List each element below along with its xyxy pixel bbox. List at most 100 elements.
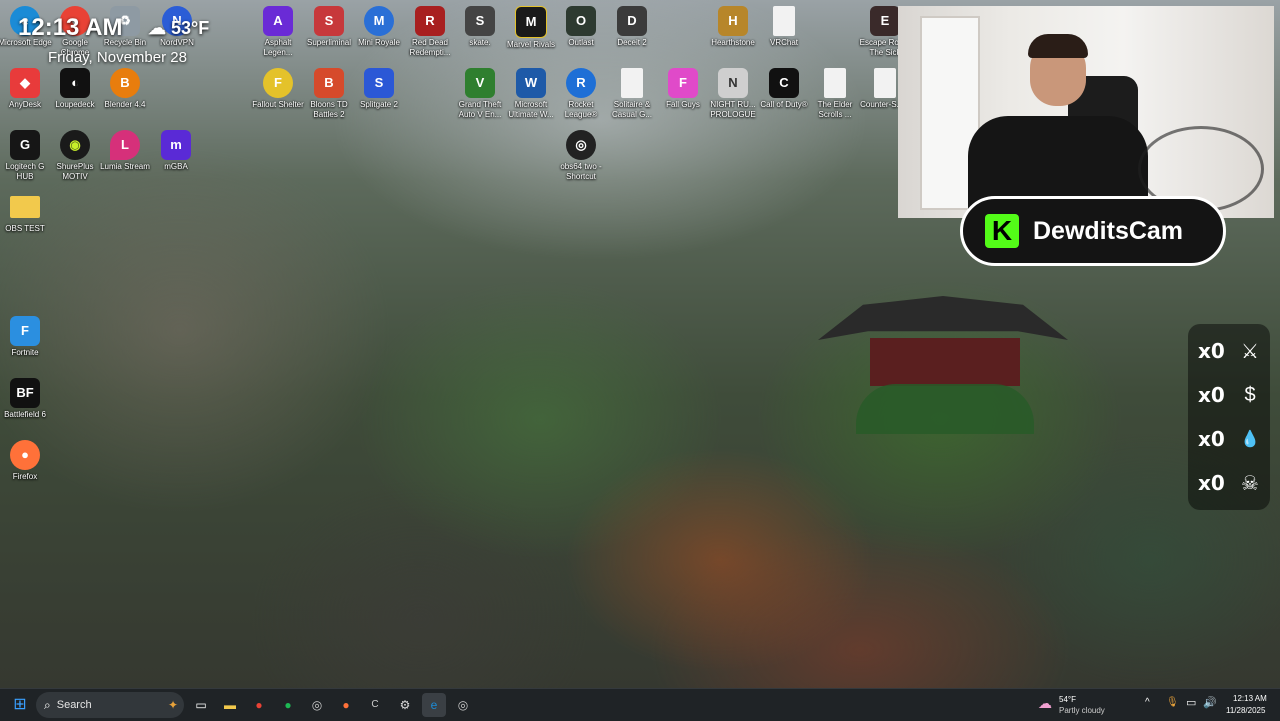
- desktop-icon-deceit[interactable]: D Deceit 2: [605, 6, 659, 48]
- taskbar-spotify[interactable]: ●: [276, 693, 300, 717]
- desktop-icon-night-runners[interactable]: N NIGHT RU... PROLOGUE: [706, 68, 760, 120]
- desktop-icon-solitaire[interactable]: Solitaire & Casual G...: [605, 68, 659, 120]
- desktop-icon-shureplus[interactable]: ◉ ShurePlus MOTIV: [48, 130, 102, 182]
- desktop-icon-obs-test[interactable]: OBS TEST: [0, 192, 52, 234]
- pagoda-base: [856, 384, 1034, 434]
- taskbar-firefox[interactable]: ●: [334, 693, 358, 717]
- desktop-icon-microsoft-ultimate[interactable]: W Microsoft Ultimate W...: [504, 68, 558, 120]
- taskbar: ⊞ ⌕ Search ✦ ▭ ▬ ● ● ◎ ● C ⚙ e ◎ ☁ 54°F …: [0, 688, 1280, 721]
- desktop-icon-blender[interactable]: B Blender 4.4: [98, 68, 152, 110]
- gear-icon: ⚙: [399, 698, 411, 712]
- counter-value: x0: [1198, 427, 1225, 451]
- taskbar-call-of-duty[interactable]: C: [363, 693, 387, 717]
- folder-icon: ▬: [224, 698, 236, 712]
- taskbar-chrome[interactable]: ●: [247, 693, 271, 717]
- deceit-icon: D: [617, 6, 647, 36]
- edge-icon: e: [430, 698, 438, 712]
- desktop-icon-battlefield[interactable]: BF Battlefield 6: [0, 378, 52, 420]
- taskbar-date[interactable]: 11/28/2025: [1226, 706, 1265, 715]
- desktop-icon-superliminal[interactable]: S Superliminal: [302, 6, 356, 48]
- call-of-duty-icon: C: [769, 68, 799, 98]
- start-button[interactable]: ⊞: [8, 693, 32, 717]
- asphalt-icon: A: [263, 6, 293, 36]
- desktop-icon-logitech-g-hub[interactable]: G Logitech G HUB: [0, 130, 52, 182]
- icon-label: Fortnite: [11, 348, 39, 357]
- desktop-icon-obs64[interactable]: ◎ obs64 two - Shortcut: [554, 130, 608, 182]
- taskbar-obs[interactable]: ◎: [305, 693, 329, 717]
- desktop-icon-outlast[interactable]: O Outlast: [554, 6, 608, 48]
- fortnite-icon: F: [10, 316, 40, 346]
- search-highlight-icon: ✦: [167, 698, 178, 712]
- gta-icon: V: [465, 68, 495, 98]
- icon-label: mGBA: [164, 162, 188, 171]
- call-of-duty-icon: C: [371, 699, 379, 710]
- desktop-icon-hearthstone[interactable]: H Hearthstone: [706, 6, 760, 48]
- obs-icon: ◎: [457, 698, 469, 712]
- taskbar-settings[interactable]: ⚙: [393, 693, 417, 717]
- counter-value: x0: [1198, 383, 1225, 407]
- icon-label: Marvel Rivals: [506, 40, 555, 49]
- desktop-icon-asphalt[interactable]: A Asphalt Legen...: [251, 6, 305, 58]
- icon-label: ShurePlus MOTIV: [56, 162, 94, 181]
- gun-icon: ⚔: [1241, 340, 1259, 363]
- skate-icon: S: [465, 6, 495, 36]
- desktop-icon-fortnite[interactable]: F Fortnite: [0, 316, 52, 358]
- taskbar-task-view[interactable]: ▭: [189, 693, 213, 717]
- desktop-icon-splitgate[interactable]: S Splitgate 2: [352, 68, 406, 110]
- desktop-icon-bloons[interactable]: B Bloons TD Battles 2: [302, 68, 356, 120]
- microphone-icon[interactable]: 🎙: [1166, 697, 1179, 708]
- taskbar-time[interactable]: 12:13 AM: [1233, 694, 1267, 703]
- webcam-person-hair: [1028, 34, 1088, 58]
- desktop-icon-red-dead[interactable]: R Red Dead Redempti...: [403, 6, 457, 58]
- desktop-icon-fall-guys[interactable]: F Fall Guys: [656, 68, 710, 110]
- taskbar-obs-recording[interactable]: ◎: [451, 693, 475, 717]
- obs-icon: ◎: [566, 130, 596, 160]
- desktop-icon-anydesk[interactable]: ◆ AnyDesk: [0, 68, 52, 110]
- desktop-icon-firefox[interactable]: ● Firefox: [0, 440, 52, 482]
- desktop-icon-fallout-shelter[interactable]: F Fallout Shelter: [251, 68, 305, 110]
- icon-label: Logitech G HUB: [5, 162, 45, 181]
- desktop-icon-vrchat[interactable]: VRChat: [757, 6, 811, 48]
- desktop-icon-skate[interactable]: S skate.: [453, 6, 507, 48]
- desktop-icon-mgba[interactable]: m mGBA: [149, 130, 203, 172]
- network-icon[interactable]: ▭: [1186, 696, 1196, 709]
- desktop-icon-elder-scrolls[interactable]: The Elder Scrolls ...: [808, 68, 862, 120]
- counter-value: x0: [1198, 339, 1225, 363]
- file-icon: [773, 6, 795, 36]
- icon-label: Red Dead Redempti...: [409, 38, 451, 57]
- taskbar-edge[interactable]: e: [422, 693, 446, 717]
- badge-text: DewditsCam: [1033, 216, 1184, 245]
- battlefield-icon: BF: [10, 378, 40, 408]
- desktop-icon-marvel-rivals[interactable]: M Marvel Rivals: [504, 6, 558, 50]
- icon-label: NIGHT RU... PROLOGUE: [710, 100, 756, 119]
- icon-label: skate.: [469, 38, 491, 47]
- desktop-icon-lumia-stream[interactable]: L Lumia Stream: [98, 130, 152, 172]
- desktop-icon-rocket-league[interactable]: R Rocket League®: [554, 68, 608, 120]
- pagoda-body: [870, 338, 1020, 386]
- chevron-up-icon[interactable]: ^: [1145, 697, 1150, 708]
- file-icon: [621, 68, 643, 98]
- taskbar-file-explorer[interactable]: ▬: [218, 693, 242, 717]
- desktop-icon-loupedeck[interactable]: ◐ Loupedeck: [48, 68, 102, 110]
- night-runners-icon: N: [718, 68, 748, 98]
- anydesk-icon: ◆: [10, 68, 40, 98]
- search-label: Search: [56, 699, 92, 711]
- mgba-icon: m: [161, 130, 191, 160]
- icon-label: Outlast: [568, 38, 594, 47]
- escape-room-icon: E: [870, 6, 900, 36]
- volume-icon[interactable]: 🔊: [1203, 696, 1217, 709]
- clock-temperature: ☁ 53°F: [148, 18, 209, 39]
- hearthstone-icon: H: [718, 6, 748, 36]
- weather-icon[interactable]: ☁: [1038, 695, 1052, 712]
- icon-label: AnyDesk: [8, 100, 41, 109]
- desktop-icon-mini-royale[interactable]: M Mini Royale: [352, 6, 406, 48]
- icon-label: Battlefield 6: [4, 410, 46, 419]
- weather-desc[interactable]: Partly cloudy: [1059, 706, 1105, 715]
- fallout-shelter-icon: F: [263, 68, 293, 98]
- taskbar-search[interactable]: ⌕ Search ✦: [36, 692, 184, 718]
- desktop-icon-call-of-duty[interactable]: C Call of Duty®: [757, 68, 811, 110]
- desktop-icon-gta[interactable]: V Grand Theft Auto V En...: [453, 68, 507, 120]
- file-icon: [874, 68, 896, 98]
- cloud-icon: ☁: [148, 18, 166, 38]
- weather-temp[interactable]: 54°F: [1059, 695, 1076, 704]
